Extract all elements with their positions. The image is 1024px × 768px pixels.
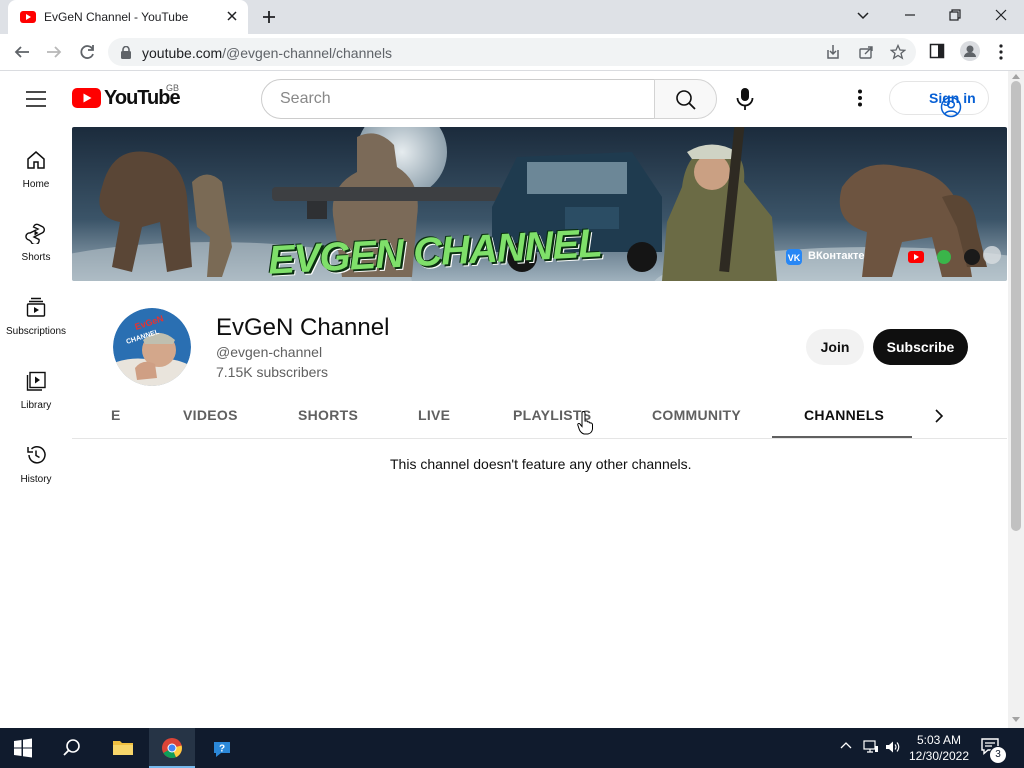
scroll-up-icon[interactable] [1012, 73, 1020, 79]
tray-overflow-chevron-icon[interactable] [840, 740, 852, 752]
browser-toolbar: youtube.com/@evgen-channel/channels [0, 34, 1024, 71]
tab-live[interactable]: LIVE [418, 407, 450, 423]
channel-avatar[interactable]: EvGeN CHANNEL [113, 308, 191, 386]
guide-item-label: Library [20, 400, 52, 411]
scrollbar-thumb[interactable] [1011, 81, 1021, 531]
taskbar-search-button[interactable] [49, 728, 95, 768]
search-input[interactable] [278, 89, 642, 109]
subscriber-count: 7.15K subscribers [216, 364, 329, 380]
clock-time: 5:03 AM [916, 733, 962, 747]
sign-in-button[interactable]: Sign in [889, 81, 989, 118]
guide-item-label: Shorts [21, 252, 51, 263]
start-button[interactable] [0, 728, 46, 768]
window-close-icon[interactable] [994, 8, 1008, 22]
guide-menu-icon[interactable] [26, 91, 46, 107]
guide-item-label: Subscriptions [5, 326, 67, 337]
tab-channels[interactable]: CHANNELS [804, 407, 884, 423]
tabs-divider [72, 438, 1007, 439]
url-host: youtube.com [142, 45, 223, 61]
browser-tab-title: EvGeN Channel - YouTube [44, 10, 189, 24]
url-text[interactable]: youtube.com/@evgen-channel/channels [142, 45, 392, 61]
settings-more-icon[interactable] [856, 89, 864, 107]
browser-tab[interactable]: EvGeN Channel - YouTube [8, 0, 248, 34]
guide-item-home[interactable]: Home [0, 149, 72, 190]
shorts-icon [0, 222, 72, 244]
install-app-icon[interactable] [825, 44, 841, 60]
new-tab-icon[interactable] [261, 9, 277, 25]
home-icon [0, 149, 72, 171]
channel-banner: VK EVGEN CHANNEL ВКонтакте [72, 127, 1007, 281]
country-code: GB [166, 83, 180, 93]
browser-tabstrip: EvGeN Channel - YouTube [0, 0, 1024, 34]
notification-count-badge: 3 [989, 746, 1007, 764]
channel-handle: @evgen-channel [216, 344, 323, 360]
sign-in-label: Sign in [929, 90, 976, 106]
taskbar-file-explorer[interactable] [99, 728, 145, 768]
share-icon[interactable] [858, 44, 874, 60]
windows-taskbar: ? 5:03 AM 12/30/2022 [0, 728, 1024, 768]
taskbar-chrome[interactable] [149, 728, 195, 768]
tabs-scroll-right-icon[interactable] [933, 408, 945, 424]
browser-menu-icon[interactable] [998, 44, 1004, 60]
youtube-play-icon [72, 88, 101, 108]
bookmark-star-icon[interactable] [890, 44, 906, 60]
reload-icon[interactable] [78, 43, 96, 61]
svg-text:VK: VK [788, 253, 801, 263]
system-clock[interactable]: 5:03 AM 12/30/2022 [906, 732, 972, 764]
minimize-icon[interactable] [903, 8, 917, 22]
hand-pointer-cursor-icon [577, 411, 595, 435]
youtube-logo[interactable]: YouTube GB [72, 83, 181, 109]
banner-vk-link[interactable]: ВКонтакте [808, 250, 865, 262]
page-viewport: YouTube GB Sign in Home Shorts [0, 71, 1008, 728]
side-panel-icon[interactable] [929, 43, 945, 59]
subscribe-button[interactable]: Subscribe [873, 329, 968, 365]
guide-item-label: History [20, 474, 52, 485]
empty-channels-message: This channel doesn't feature any other c… [390, 456, 692, 472]
subscriptions-icon [0, 296, 72, 318]
scroll-down-icon[interactable] [1012, 717, 1020, 723]
search-button[interactable] [654, 79, 717, 119]
microphone-icon[interactable] [734, 87, 756, 111]
guide-item-library[interactable]: Library [0, 370, 72, 411]
back-icon[interactable] [13, 43, 31, 61]
clock-date: 12/30/2022 [908, 749, 970, 763]
avatar-image: EvGeN CHANNEL [113, 308, 191, 386]
page-scrollbar[interactable] [1008, 71, 1024, 728]
guide-item-label: Home [22, 179, 50, 190]
url-path: /@evgen-channel/channels [222, 45, 393, 61]
forward-icon[interactable] [45, 43, 63, 61]
tab-community[interactable]: COMMUNITY [652, 407, 741, 423]
guide-item-subscriptions[interactable]: Subscriptions [0, 296, 72, 337]
tab-shorts[interactable]: SHORTS [298, 407, 358, 423]
profile-avatar-icon[interactable] [960, 41, 980, 61]
restore-icon[interactable] [948, 8, 962, 22]
guide-item-history[interactable]: History [0, 444, 72, 485]
lock-icon[interactable] [120, 46, 132, 59]
tab-videos[interactable]: VIDEOS [183, 407, 238, 423]
tab-home-partial[interactable]: E [111, 407, 121, 423]
address-bar[interactable]: youtube.com/@evgen-channel/channels [108, 38, 916, 66]
taskbar-help-app[interactable]: ? [198, 728, 244, 768]
tab-search-chevron-icon[interactable] [856, 8, 870, 22]
channel-name: EvGeN Channel [216, 314, 390, 341]
tab-close-icon[interactable] [226, 10, 238, 22]
youtube-favicon-icon [20, 11, 36, 23]
join-button[interactable]: Join [806, 329, 864, 365]
guide-item-shorts[interactable]: Shorts [0, 222, 72, 263]
volume-icon[interactable] [885, 740, 901, 754]
library-icon [0, 370, 72, 392]
svg-text:?: ? [219, 744, 225, 755]
network-icon[interactable] [863, 740, 879, 754]
history-icon [0, 444, 72, 466]
search-box[interactable] [261, 79, 655, 119]
